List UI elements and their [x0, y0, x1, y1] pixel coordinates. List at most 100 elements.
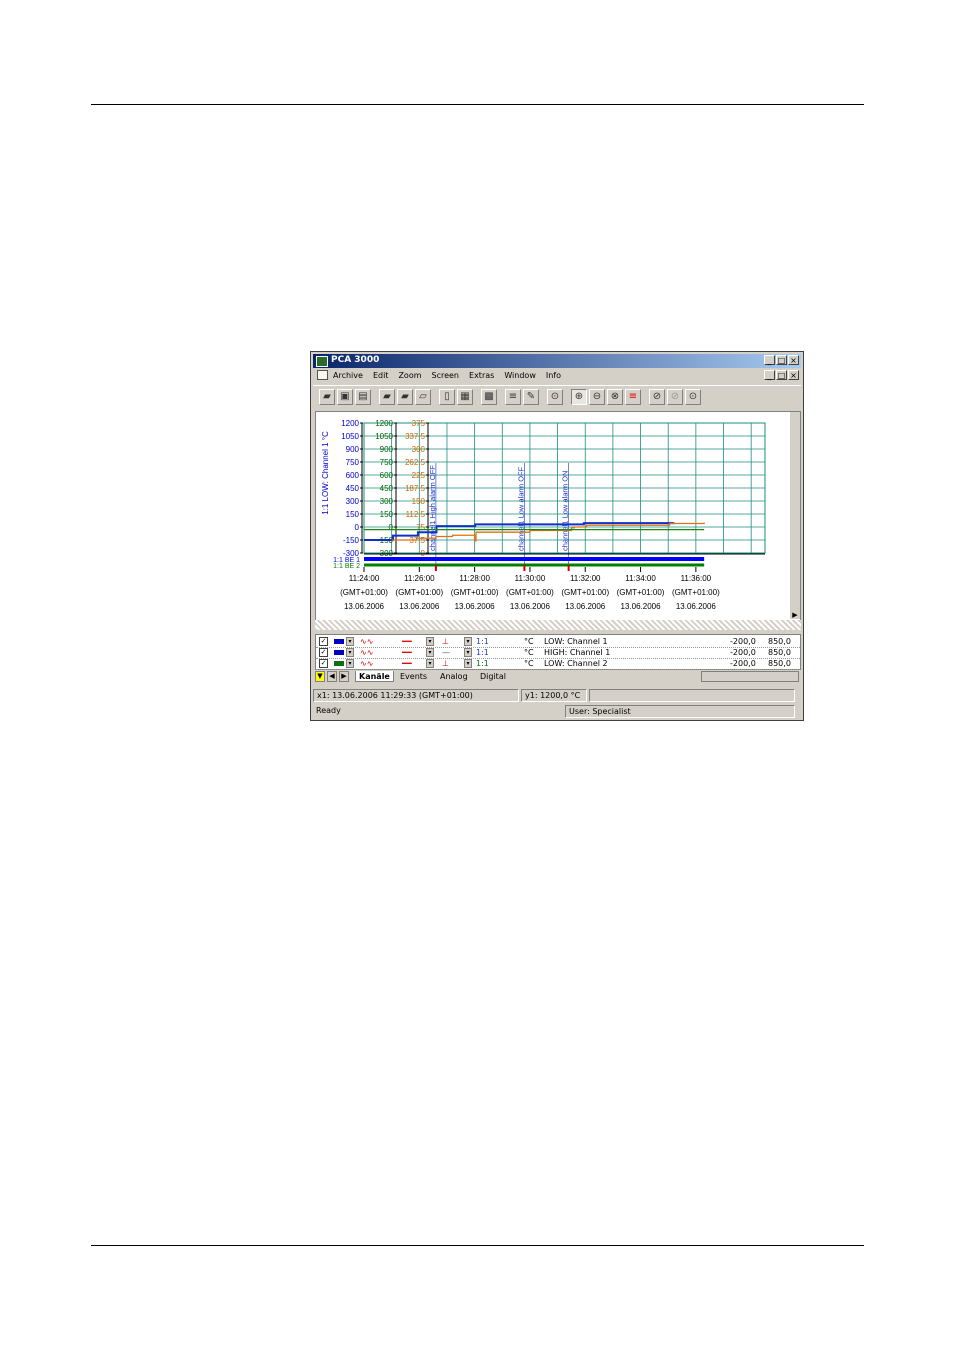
open-yellow-icon[interactable]: ▰	[397, 389, 413, 405]
open-green-icon[interactable]: ▰	[379, 389, 395, 405]
zoom-time-icon[interactable]: ⊘	[649, 389, 665, 405]
splitter[interactable]	[315, 620, 801, 630]
x-tick-tz: (GMT+01:00)	[395, 588, 443, 597]
x-tick-date: 13.06.2006	[621, 602, 662, 611]
open-link-icon[interactable]: ▱	[415, 389, 431, 405]
menu-info[interactable]: Info	[546, 371, 561, 380]
channel-unit: °C	[524, 637, 534, 646]
y-tick-label: 600	[380, 471, 394, 480]
channel-min: -200,0	[730, 637, 756, 646]
tab-events[interactable]: Events	[397, 671, 430, 682]
dropdown-icon[interactable]: ▾	[346, 648, 354, 657]
annotation-label: channel1 Low alarm ON	[561, 471, 570, 551]
width-icon[interactable]: ━━	[402, 637, 412, 646]
menu-extras[interactable]: Extras	[469, 371, 494, 380]
properties-icon[interactable]: ▩	[481, 389, 497, 405]
channel-ratio: 1:1	[476, 648, 489, 657]
menu-archive[interactable]: Archive	[333, 371, 363, 380]
x-tick-tz: (GMT+01:00)	[617, 588, 665, 597]
nav-down-icon[interactable]: ▼	[315, 671, 325, 682]
list-icon[interactable]: ≡	[505, 389, 521, 405]
chart-svg[interactable]: 120010509007506004503001500-150-30012001…	[316, 412, 800, 619]
title-bar[interactable]: PCA 3000 _ □ ×	[313, 354, 801, 368]
color-swatch[interactable]	[334, 639, 344, 644]
doc-close-button[interactable]: ×	[788, 370, 799, 380]
y-tick-label: 75	[416, 523, 425, 532]
y-tick-label: 337.5	[405, 432, 426, 441]
y-tick-label: 750	[380, 458, 394, 467]
chart-panel[interactable]: 1200 1050 900 750 600 450 300 150 0 -150 -300 1200 1…	[315, 411, 801, 630]
channel-hscrollbar[interactable]	[701, 671, 799, 682]
width-icon[interactable]: ━━	[402, 659, 412, 668]
dropdown-icon[interactable]: ▾	[426, 659, 434, 668]
y-tick-label: 300	[412, 445, 426, 454]
dropdown-icon[interactable]: ▾	[426, 637, 434, 646]
window-title: PCA 3000	[331, 355, 380, 365]
channel-row[interactable]: ✓ ▾ ∿∿ ━━ ▾ ⊥ ▾ 1:1 °C LOW: Channel 2 -2…	[316, 658, 800, 670]
x-tick-label: 11:28:00	[459, 574, 490, 583]
close-button[interactable]: ×	[788, 355, 799, 365]
x-tick-label: 11:24:00	[349, 574, 380, 583]
y-tick-label: 750	[346, 458, 360, 467]
doc-minimize-button[interactable]: _	[764, 370, 775, 380]
minimize-button[interactable]: _	[764, 355, 775, 365]
width-icon[interactable]: ━━	[402, 648, 412, 657]
zoom-reset-icon[interactable]: ⊙	[685, 389, 701, 405]
dropdown-icon[interactable]: ▾	[464, 659, 472, 668]
y-tick-label: 600	[346, 471, 360, 480]
y-tick-label: 262.5	[405, 458, 426, 467]
zoom-back-icon[interactable]: ⊘	[667, 389, 683, 405]
dropdown-icon[interactable]: ▾	[426, 648, 434, 657]
dropdown-icon[interactable]: ▾	[346, 637, 354, 646]
y-tick-label: 150	[346, 510, 360, 519]
checkbox[interactable]: ✓	[319, 637, 328, 646]
dropdown-icon[interactable]: ▾	[464, 648, 472, 657]
marker-icon[interactable]: ⊥	[442, 637, 449, 646]
menu-bar: Archive Edit Zoom Screen Extras Window I…	[313, 369, 801, 382]
open-folder-icon[interactable]: ▰	[319, 389, 335, 405]
folder-edit-icon[interactable]: ▤	[355, 389, 371, 405]
cursor-lines-icon[interactable]: ≡	[625, 389, 641, 405]
footer-rule	[91, 1245, 864, 1246]
document-icon[interactable]	[317, 370, 328, 380]
nav-next-icon[interactable]: ▶	[339, 671, 349, 682]
scroll-right-icon: ▶	[792, 611, 798, 619]
zoom-y-icon[interactable]: ⊗	[607, 389, 623, 405]
menu-edit[interactable]: Edit	[373, 371, 389, 380]
print-preview-icon[interactable]: ▯	[439, 389, 455, 405]
marker-icon[interactable]: —	[442, 648, 450, 657]
line-style-icon[interactable]: ∿∿	[360, 659, 373, 668]
settings-icon[interactable]: ✎	[523, 389, 539, 405]
line-style-icon[interactable]: ∿∿	[360, 648, 373, 657]
x1-readout: x1: 13.06.2006 11:29:33 (GMT+01:00)	[313, 689, 519, 702]
color-swatch[interactable]	[334, 650, 344, 655]
tab-analog[interactable]: Analog	[437, 671, 471, 682]
doc-restore-button[interactable]: □	[776, 370, 787, 380]
zoom-x-icon[interactable]: ⊖	[589, 389, 605, 405]
channel-ratio: 1:1	[476, 659, 489, 668]
y-tick-label: 1200	[375, 419, 393, 428]
checkbox[interactable]: ✓	[319, 659, 328, 668]
channel-unit: °C	[524, 659, 534, 668]
menu-screen[interactable]: Screen	[432, 371, 460, 380]
marker-icon[interactable]: ⊥	[442, 659, 449, 668]
dropdown-icon[interactable]: ▾	[464, 637, 472, 646]
maximize-button[interactable]: □	[776, 355, 787, 365]
event-marker	[567, 565, 570, 571]
menu-zoom[interactable]: Zoom	[398, 371, 421, 380]
tab-kanaele[interactable]: Kanäle	[355, 671, 394, 682]
cursor-status: x1: 13.06.2006 11:29:33 (GMT+01:00) y1: …	[313, 689, 801, 702]
nav-prev-icon[interactable]: ◀	[327, 671, 337, 682]
zoom-search-icon[interactable]: ⊙	[547, 389, 563, 405]
line-style-icon[interactable]: ∿∿	[360, 637, 373, 646]
menu-window[interactable]: Window	[504, 371, 536, 380]
print-icon[interactable]: ▦	[457, 389, 473, 405]
checkbox[interactable]: ✓	[319, 648, 328, 657]
x-tick-label: 11:36:00	[681, 574, 712, 583]
open-archive-icon[interactable]: ▣	[337, 389, 353, 405]
tab-digital[interactable]: Digital	[477, 671, 509, 682]
color-swatch[interactable]	[334, 661, 344, 666]
y-tick-label: 450	[380, 484, 394, 493]
dropdown-icon[interactable]: ▾	[346, 659, 354, 668]
zoom-in-icon[interactable]: ⊕	[571, 389, 587, 405]
